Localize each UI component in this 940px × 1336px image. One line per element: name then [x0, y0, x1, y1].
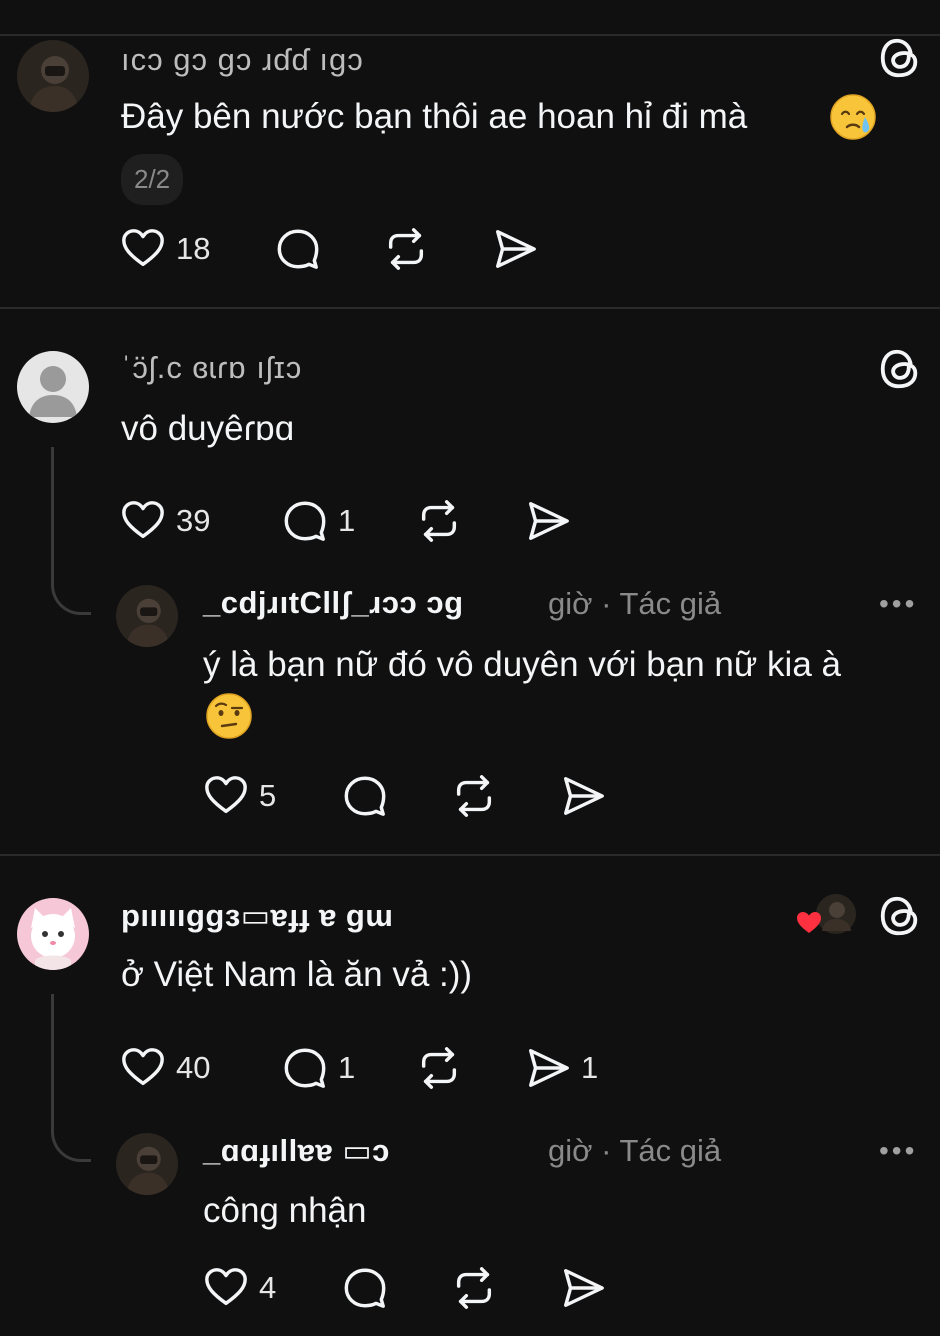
share-button[interactable]	[492, 226, 538, 272]
share-icon	[560, 1265, 606, 1311]
like-button[interactable]: 40	[120, 1045, 210, 1091]
cat-avatar-icon	[17, 898, 89, 970]
like-button[interactable]: 5	[203, 773, 276, 819]
like-count: 39	[176, 503, 211, 538]
user-photo-icon	[17, 40, 89, 112]
author-liked-avatar-icon	[797, 894, 856, 934]
crying-face-emoji	[829, 94, 877, 145]
reply-button[interactable]	[275, 226, 321, 272]
share-icon	[492, 226, 538, 272]
repost-icon	[416, 1045, 462, 1091]
avatar[interactable]	[116, 585, 178, 647]
like-button[interactable]: 4	[203, 1265, 276, 1311]
repost-icon	[383, 226, 429, 272]
like-button[interactable]: 18	[120, 226, 210, 272]
more-options-button[interactable]: •••	[879, 588, 917, 620]
reply-thread-line	[51, 447, 91, 615]
heart-icon	[120, 498, 166, 544]
heart-icon	[120, 1045, 166, 1091]
post-divider	[0, 854, 940, 856]
reply-meta: giờ · Tác giả	[548, 586, 722, 621]
user-photo-icon	[116, 585, 178, 647]
post-text: ở Việt Nam là ăn vả :))	[121, 955, 473, 994]
post-text-content: Đây bên nước bạn thôi ae hoan hỉ đi mà	[121, 97, 748, 136]
post-text: Đây bên nước bạn thôi ae hoan hỉ đi mà	[121, 97, 747, 137]
reply-button[interactable]	[342, 1265, 388, 1311]
reply-thread-line	[51, 994, 91, 1162]
share-icon	[525, 1045, 571, 1091]
raised-eyebrow-face-icon	[206, 693, 252, 739]
reply-button[interactable]	[342, 773, 388, 819]
top-divider	[0, 34, 940, 36]
repost-button[interactable]	[383, 226, 429, 272]
post-divider	[0, 307, 940, 309]
repost-button[interactable]	[451, 1265, 497, 1311]
reply-text: công nhận	[203, 1191, 367, 1230]
heart-icon	[203, 1265, 249, 1311]
like-button[interactable]: 39	[120, 498, 210, 544]
username[interactable]: ˈɔ̈ʃ.c ɞɩɾɒ ıʃɪɔ	[121, 350, 302, 386]
avatar[interactable]	[17, 351, 89, 423]
repost-button[interactable]	[416, 1045, 462, 1091]
comment-icon	[342, 1265, 388, 1311]
share-button[interactable]	[560, 773, 606, 819]
comment-icon	[282, 498, 328, 544]
liked-by-author-indicator	[796, 893, 858, 939]
repost-icon	[451, 773, 497, 819]
post-text: vô duyêɾɒɑ	[121, 409, 295, 448]
avatar[interactable]	[116, 1133, 178, 1195]
threads-logo-icon[interactable]	[877, 893, 923, 939]
repost-button[interactable]	[451, 773, 497, 819]
username[interactable]: pıııııggɜ▭ɐɟɟ ɐ ɡɯ	[121, 898, 393, 934]
page-indicator[interactable]: 2/2	[121, 154, 184, 205]
heart-icon	[120, 226, 166, 272]
share-count: 1	[581, 1050, 599, 1085]
like-count: 18	[176, 231, 211, 266]
repost-icon	[451, 1265, 497, 1311]
reply-count: 1	[338, 503, 356, 538]
share-icon	[525, 498, 571, 544]
like-count: 4	[259, 1270, 277, 1305]
raised-eyebrow-emoji	[205, 693, 253, 744]
threads-logo-icon[interactable]	[877, 346, 923, 392]
username[interactable]: ıcɔ ɡɔ ɡɔ ɹɗɗ ıɡɔ	[121, 42, 364, 78]
comment-icon	[275, 226, 321, 272]
crying-face-icon	[830, 94, 876, 140]
username[interactable]: _cdjɹıtCllʃ_ɹɔɔ ɔɡ	[203, 585, 464, 621]
user-photo-icon	[116, 1133, 178, 1195]
like-count: 40	[176, 1050, 211, 1085]
reply-button[interactable]: 1	[282, 1045, 355, 1091]
avatar[interactable]	[17, 40, 89, 112]
avatar[interactable]	[17, 898, 89, 970]
heart-icon	[203, 773, 249, 819]
repost-button[interactable]	[416, 498, 462, 544]
comment-icon	[282, 1045, 328, 1091]
default-avatar-icon	[17, 351, 89, 423]
like-count: 5	[259, 778, 277, 813]
share-button[interactable]	[560, 1265, 606, 1311]
username[interactable]: _ɑɑɟıllɐɐ ▭ɔ	[203, 1133, 390, 1169]
more-options-button[interactable]: •••	[879, 1135, 917, 1167]
reply-meta: giờ · Tác giả	[548, 1133, 722, 1168]
comment-icon	[342, 773, 388, 819]
share-icon	[560, 773, 606, 819]
threads-logo-icon[interactable]	[877, 35, 923, 81]
repost-icon	[416, 498, 462, 544]
share-button[interactable]	[525, 498, 571, 544]
share-button[interactable]: 1	[525, 1045, 598, 1091]
reply-text: ý là bạn nữ đó vô duyên với bạn nữ kia à	[203, 645, 841, 684]
reply-count: 1	[338, 1050, 356, 1085]
reply-button[interactable]: 1	[282, 498, 355, 544]
